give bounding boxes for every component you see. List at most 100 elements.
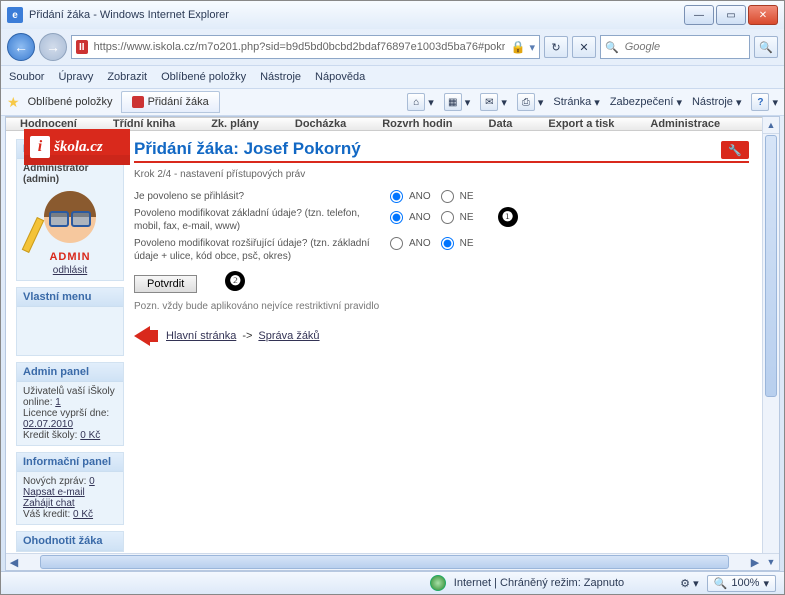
subnav-administrace[interactable]: Administrace <box>650 118 720 130</box>
protected-mode-icon[interactable]: ⚙ ▾ <box>680 577 698 590</box>
your-credit-link[interactable]: 0 Kč <box>73 509 93 520</box>
chevron-down-icon[interactable]: ▾ <box>538 96 544 109</box>
scroll-up-icon[interactable]: ▲ <box>763 117 779 134</box>
menu-view[interactable]: Zobrazit <box>107 71 147 83</box>
stop-button[interactable]: ✕ <box>572 36 596 58</box>
subnav-dochazka[interactable]: Docházka <box>295 118 346 130</box>
back-button[interactable]: ← <box>7 33 35 61</box>
browser-tab[interactable]: Přidání žáka <box>121 91 220 113</box>
form-row-extended: Povoleno modifikovat rozšiřující údaje? … <box>134 237 749 263</box>
menu-file[interactable]: Soubor <box>9 71 44 83</box>
breadcrumb-sep: -> <box>242 330 252 342</box>
titlebar: e Přidání žáka - Windows Internet Explor… <box>1 1 784 29</box>
radio-ext-no[interactable] <box>441 237 454 250</box>
search-box[interactable]: 🔍 <box>600 35 750 59</box>
radio-login-yes[interactable] <box>390 190 403 203</box>
panel-rate: Ohodnotit žáka <box>16 531 124 552</box>
menu-favorites[interactable]: Oblíbené položky <box>161 71 246 83</box>
subnav-data[interactable]: Data <box>489 118 513 130</box>
address-row: ← → II 🔒 ▾ ↻ ✕ 🔍 🔍 <box>1 29 784 65</box>
menu-tools[interactable]: Nástroje <box>260 71 301 83</box>
favorites-label[interactable]: Oblíbené položky <box>28 96 113 108</box>
form-note: Pozn. vždy bude aplikováno nejvíce restr… <box>134 301 749 312</box>
panel-admin-header: Admin panel <box>17 363 123 382</box>
licence-date-link[interactable]: 02.07.2010 <box>23 419 73 430</box>
scroll-thumb[interactable] <box>765 135 777 397</box>
hscroll-thumb[interactable] <box>40 555 729 569</box>
feeds-icon[interactable]: ▦ <box>444 93 462 111</box>
radio-login-no[interactable] <box>441 190 454 203</box>
title-divider <box>134 161 749 163</box>
radio-basic-yes[interactable] <box>390 211 403 224</box>
panel-menu-header: Vlastní menu <box>17 288 123 307</box>
logout-link[interactable]: odhlásit <box>53 265 87 276</box>
breadcrumb-current[interactable]: Správa žáků <box>258 330 319 342</box>
menubar: Soubor Úpravy Zobrazit Oblíbené položky … <box>1 65 784 89</box>
window-title: Přidání žáka - Windows Internet Explorer <box>29 9 684 21</box>
address-bar[interactable]: II 🔒 ▾ <box>71 35 540 59</box>
menu-help[interactable]: Nápověda <box>315 71 365 83</box>
page-content: i škola.cz Agenda Výuka Aplikace Komunik… <box>6 117 763 554</box>
callout-1: ❶ <box>498 207 518 227</box>
vertical-scrollbar[interactable]: ▲ ▼ <box>762 117 779 570</box>
chevron-down-icon[interactable]: ▾ <box>501 96 507 109</box>
breadcrumb-home[interactable]: Hlavní stránka <box>166 330 236 342</box>
site-logo[interactable]: i škola.cz <box>24 129 130 165</box>
school-credit-link[interactable]: 0 Kč <box>80 430 100 441</box>
submit-button[interactable]: Potvrdit <box>134 275 197 293</box>
subnav-export[interactable]: Export a tisk <box>548 118 614 130</box>
start-chat-link[interactable]: Zahájit chat <box>23 498 75 509</box>
tab-favicon-icon <box>132 96 144 108</box>
radio-ext-yes[interactable] <box>390 237 403 250</box>
favorites-row: ★ Oblíbené položky Přidání žáka ⌂▾ ▦▾ ✉▾… <box>1 89 784 116</box>
search-provider-icon: 🔍 <box>605 41 619 54</box>
write-email-link[interactable]: Napsat e-mail <box>23 487 85 498</box>
avatar-icon <box>35 189 105 249</box>
app-window: e Přidání žáka - Windows Internet Explor… <box>0 0 785 595</box>
login-user: Administrátor (admin) <box>23 163 117 185</box>
chevron-down-icon[interactable]: ▾ <box>428 96 434 109</box>
statusbar: Internet | Chráněný režim: Zapnuto ⚙ ▾ 🔍… <box>1 571 784 594</box>
scroll-right-icon[interactable]: ▶ <box>747 556 763 569</box>
cmd-safety[interactable]: Zabezpečení ▾ <box>610 96 682 109</box>
maximize-button[interactable]: ▭ <box>716 5 746 25</box>
status-zone: Internet | Chráněný režim: Zapnuto <box>454 577 624 589</box>
minimize-button[interactable]: — <box>684 5 714 25</box>
cmd-page[interactable]: Stránka ▾ <box>553 96 599 109</box>
mail-icon[interactable]: ✉ <box>480 93 498 111</box>
viewport: i škola.cz Agenda Výuka Aplikace Komunik… <box>5 116 780 571</box>
new-messages-link[interactable]: 0 <box>89 476 95 487</box>
chevron-down-icon[interactable]: ▾ <box>465 96 471 109</box>
search-input[interactable] <box>623 40 745 54</box>
help-icon[interactable]: ? <box>751 93 769 111</box>
subnav-rozvrh[interactable]: Rozvrh hodin <box>382 118 452 130</box>
favorites-star-icon[interactable]: ★ <box>7 94 20 111</box>
https-badge-icon: II <box>76 40 88 54</box>
horizontal-scrollbar[interactable]: ◀ ▶ <box>6 553 763 570</box>
url-input[interactable] <box>92 40 507 54</box>
panel-info-header: Informační panel <box>17 453 123 472</box>
print-icon[interactable]: ⎙ <box>517 93 535 111</box>
dropdown-icon[interactable]: ▾ <box>529 41 535 54</box>
chevron-down-icon[interactable]: ▾ <box>772 96 778 109</box>
refresh-button[interactable]: ↻ <box>544 36 568 58</box>
logo-i-icon: i <box>30 136 50 158</box>
home-icon[interactable]: ⌂ <box>407 93 425 111</box>
callout-2: ❷ <box>225 271 245 291</box>
close-button[interactable]: ✕ <box>748 5 778 25</box>
panel-rate-header: Ohodnotit žáka <box>17 532 123 551</box>
panel-admin: Admin panel Uživatelů vaší iŠkoly online… <box>16 362 124 446</box>
subnav-zk-plany[interactable]: Zk. plány <box>211 118 259 130</box>
tab-title: Přidání žáka <box>148 96 209 108</box>
menu-edit[interactable]: Úpravy <box>58 71 93 83</box>
users-online-link[interactable]: 1 <box>55 397 61 408</box>
scroll-left-icon[interactable]: ◀ <box>6 556 22 569</box>
cmd-tools[interactable]: Nástroje ▾ <box>692 96 742 109</box>
breadcrumb: Hlavní stránka -> Správa žáků <box>134 326 749 346</box>
forward-button[interactable]: → <box>39 33 67 61</box>
scroll-down-icon[interactable]: ▼ <box>763 553 779 570</box>
search-go-button[interactable]: 🔍 <box>754 36 778 58</box>
zoom-control[interactable]: 🔍 100% ▾ <box>707 575 776 592</box>
toolbar-icon[interactable]: 🔧 <box>721 141 749 159</box>
radio-basic-no[interactable] <box>441 211 454 224</box>
